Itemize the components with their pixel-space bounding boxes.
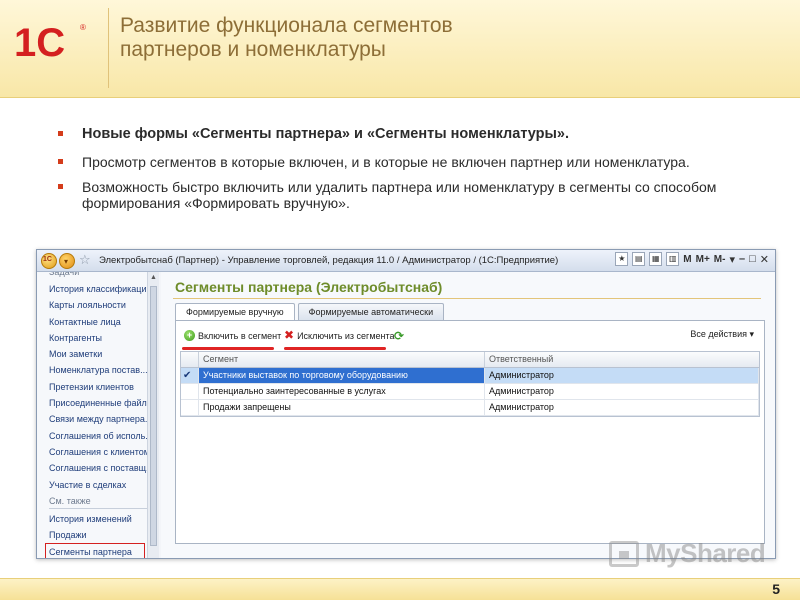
scroll-up-icon[interactable]: ▲: [150, 274, 157, 281]
nav-list: Задачи История классификации Карты лояль…: [45, 272, 147, 558]
sidebar-scrollbar[interactable]: ▲: [147, 272, 159, 558]
all-actions-button[interactable]: Все действия ▾: [690, 329, 754, 340]
tab-panel: + Включить в сегмент ✖ Исключить из сегм…: [175, 320, 765, 544]
see-also-heading: См. также: [49, 493, 147, 509]
dropdown-menu-button[interactable]: ▾: [59, 253, 75, 269]
form-toolbar: + Включить в сегмент ✖ Исключить из сегм…: [180, 327, 760, 350]
row-segment[interactable]: Продажи запрещены: [199, 400, 485, 415]
memory-button[interactable]: M: [683, 254, 691, 265]
nav-item[interactable]: Соглашения об исполь...: [49, 428, 147, 444]
nav-item-sales[interactable]: Продажи: [49, 527, 147, 543]
table-header: Сегмент Ответственный: [181, 352, 759, 368]
scroll-thumb[interactable]: [150, 286, 157, 546]
segments-table: Сегмент Ответственный ✔ Участники выстав…: [180, 351, 760, 417]
myshared-watermark: MyShared: [609, 538, 766, 569]
table-row[interactable]: Продажи запрещены Администратор: [181, 400, 759, 416]
delete-icon: ✖: [284, 328, 295, 342]
memory-minus-button[interactable]: M-: [714, 254, 726, 265]
header-responsible[interactable]: Ответственный: [485, 352, 759, 367]
include-label: Включить в сегмент: [198, 330, 282, 341]
close-icon[interactable]: ✕: [760, 253, 769, 266]
nav-item[interactable]: Присоединенные файлы: [49, 395, 147, 411]
header-check-column: [181, 352, 199, 367]
app-window: 1С ▾ ☆ Электробытснаб (Партнер) - Управл…: [36, 249, 776, 559]
titlebar-tools: ★ ▤ ▦ ▥ M M+ M- ▾ – □ ✕: [615, 252, 769, 266]
header-segment[interactable]: Сегмент: [199, 352, 485, 367]
1c-logo-icon: 1С ®: [14, 21, 86, 62]
memory-plus-button[interactable]: M+: [696, 254, 710, 265]
table-row[interactable]: ✔ Участники выставок по торговому оборуд…: [181, 368, 759, 384]
nav-item[interactable]: Соглашения с поставщ...: [49, 460, 147, 476]
row-segment[interactable]: Участники выставок по торговому оборудов…: [199, 368, 485, 383]
red-underline-annotation: [284, 347, 386, 350]
slide-title: Развитие функционала сегментов партнеров…: [120, 14, 770, 62]
document-icon[interactable]: ▤: [632, 252, 646, 266]
nav-item[interactable]: Карты лояльности: [49, 297, 147, 313]
minimize-icon[interactable]: –: [739, 253, 745, 265]
exclude-label: Исключить из сегмента: [297, 330, 395, 341]
bullet-item: Новые формы «Сегменты партнера» и «Сегме…: [56, 126, 776, 142]
title-line-1: Развитие функционала сегментов: [120, 14, 453, 37]
calculator-icon[interactable]: ▥: [666, 252, 680, 266]
table-row[interactable]: Потенциально заинтересованные в услугах …: [181, 384, 759, 400]
maximize-icon[interactable]: □: [749, 253, 756, 265]
tab-bar: Формируемые вручную Формируемые автомати…: [175, 303, 447, 320]
nav-item-tasks[interactable]: Задачи: [49, 272, 147, 281]
nav-item-history[interactable]: История изменений: [49, 511, 147, 527]
form-title: Сегменты партнера (Электробытснаб): [175, 279, 443, 295]
navigation-panel: Задачи История классификации Карты лояль…: [37, 272, 159, 558]
chevron-down-icon[interactable]: ▾: [729, 253, 735, 266]
row-responsible[interactable]: Администратор: [485, 400, 759, 415]
exclude-from-segment-button[interactable]: ✖ Исключить из сегмента: [284, 327, 395, 344]
bullet-item: Возможность быстро включить или удалить …: [56, 179, 776, 211]
nav-item[interactable]: История классификации: [49, 281, 147, 297]
slide-footer: 5: [0, 578, 800, 600]
watermark-icon: [609, 540, 639, 567]
nav-item[interactable]: Номенклатура постав...: [49, 362, 147, 378]
svg-text:®: ®: [80, 23, 86, 32]
favorites-star-icon[interactable]: ★: [615, 252, 629, 266]
bullet-list: Новые формы «Сегменты партнера» и «Сегме…: [56, 126, 776, 220]
bullet-item: Просмотр сегментов в которые включен, и …: [56, 154, 776, 170]
nav-item[interactable]: Связи между партнера...: [49, 411, 147, 427]
window-title: Электробытснаб (Партнер) - Управление то…: [99, 255, 559, 266]
refresh-button[interactable]: ⟳: [394, 327, 404, 344]
tab-automatic[interactable]: Формируемые автоматически: [297, 303, 445, 320]
row-responsible[interactable]: Администратор: [485, 384, 759, 399]
tab-manual[interactable]: Формируемые вручную: [175, 303, 295, 320]
red-underline-annotation: [182, 347, 274, 350]
nav-item[interactable]: Соглашения с клиентом: [49, 444, 147, 460]
nav-item[interactable]: Контрагенты: [49, 330, 147, 346]
nav-item[interactable]: Контактные лица: [49, 314, 147, 330]
form-title-rule: [173, 298, 761, 299]
row-responsible[interactable]: Администратор: [485, 368, 759, 383]
window-titlebar: 1С ▾ ☆ Электробытснаб (Партнер) - Управл…: [37, 250, 775, 272]
svg-text:1С: 1С: [14, 21, 65, 62]
include-in-segment-button[interactable]: + Включить в сегмент: [184, 327, 281, 344]
main-menu-button[interactable]: 1С: [41, 253, 57, 269]
page-number: 5: [772, 581, 780, 597]
nav-item-partner-segments[interactable]: Сегменты партнера: [45, 543, 145, 558]
slide-header: 1С ® Развитие функционала сегментов парт…: [0, 0, 800, 98]
row-check-icon[interactable]: [181, 400, 199, 415]
form-area: Сегменты партнера (Электробытснаб) Форми…: [161, 272, 775, 558]
watermark-text: MyShared: [645, 538, 766, 568]
refresh-icon: ⟳: [394, 328, 405, 343]
nav-item[interactable]: Претензии клиентов: [49, 379, 147, 395]
row-check-icon[interactable]: ✔: [181, 368, 199, 383]
row-segment[interactable]: Потенциально заинтересованные в услугах: [199, 384, 485, 399]
plus-icon: +: [184, 330, 195, 341]
nav-item[interactable]: Участие в сделках: [49, 477, 147, 493]
nav-item[interactable]: Мои заметки: [49, 346, 147, 362]
main-menu-label: 1С: [43, 256, 52, 263]
star-icon[interactable]: ☆: [79, 252, 91, 268]
title-line-2: партнеров и номенклатуры: [120, 38, 386, 61]
header-divider: [108, 8, 109, 88]
row-check-icon[interactable]: [181, 384, 199, 399]
calendar-icon[interactable]: ▦: [649, 252, 663, 266]
dropdown-menu-label: ▾: [64, 257, 69, 266]
